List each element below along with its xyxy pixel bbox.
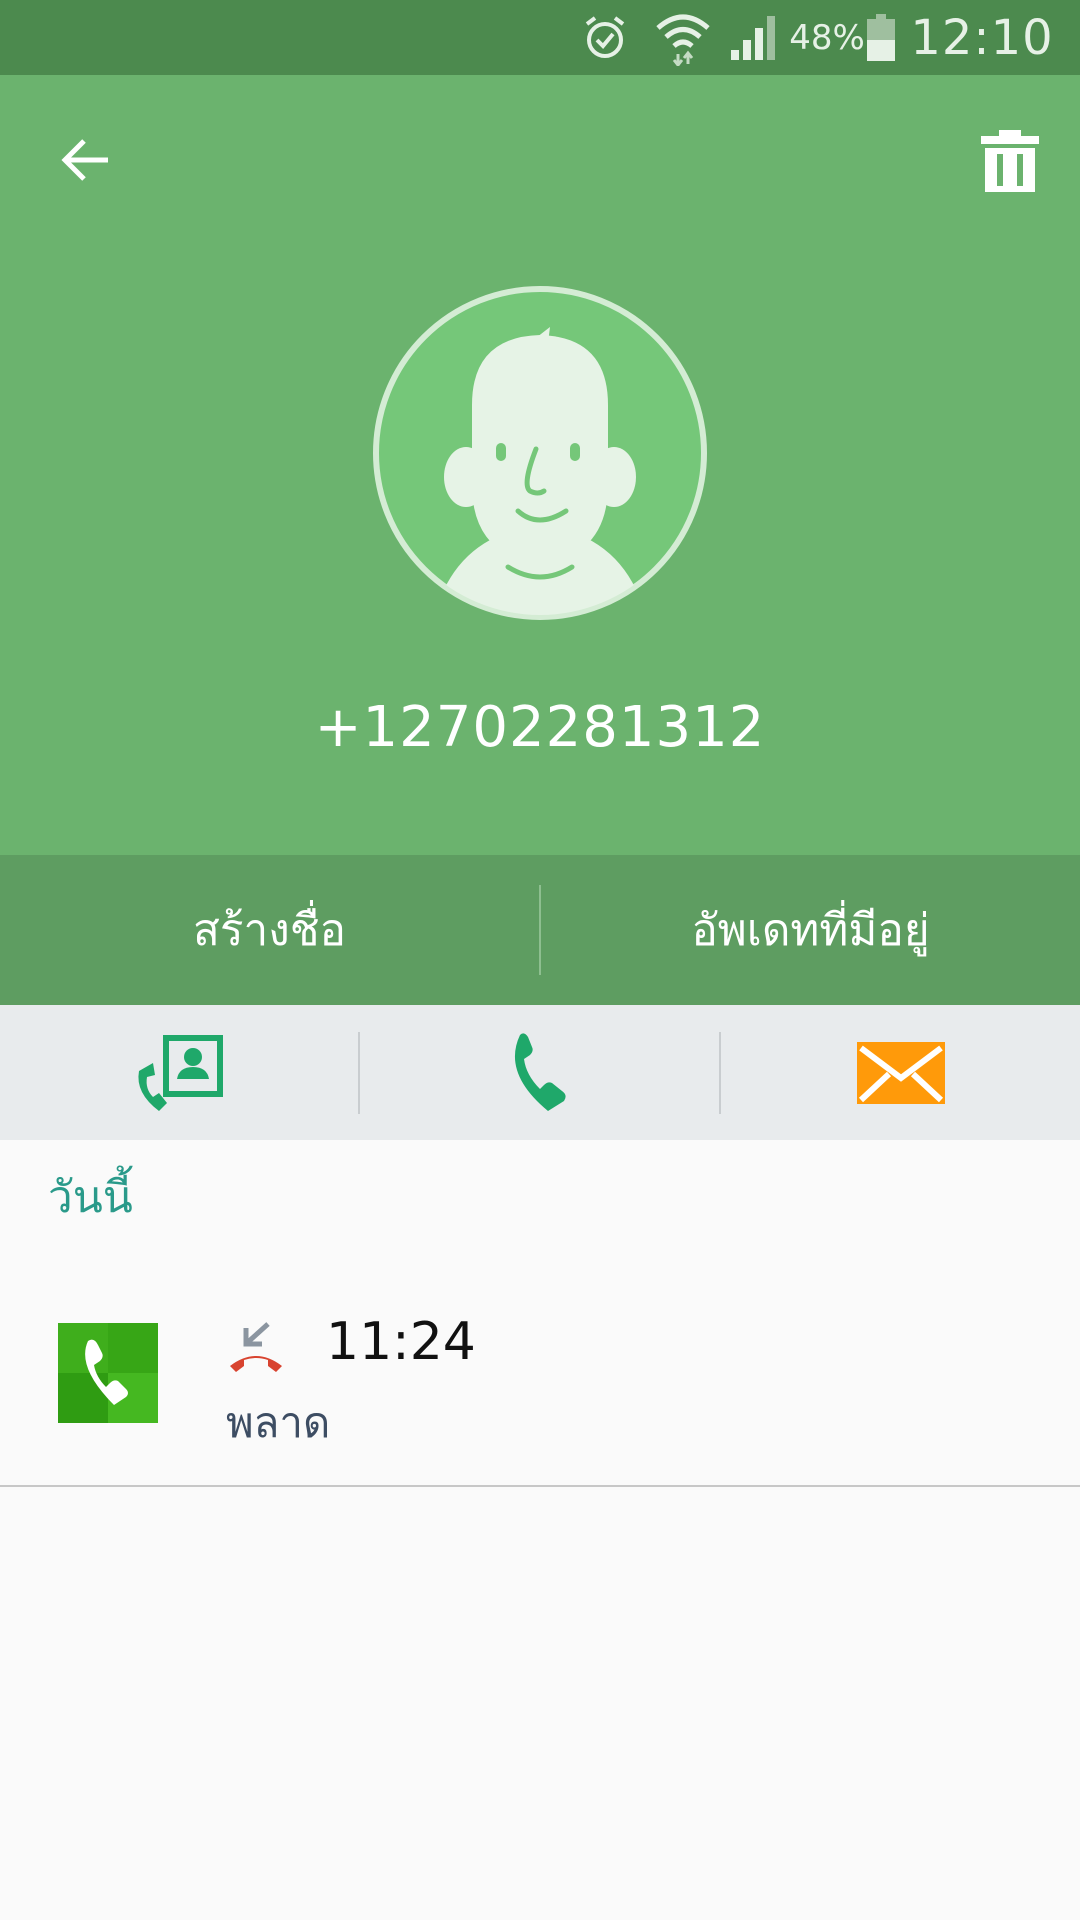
trash-icon[interactable]	[972, 123, 1048, 199]
update-existing-button[interactable]: อัพเดทที่มีอยู่	[541, 855, 1080, 1005]
alarm-icon	[578, 0, 632, 75]
clock: 12:10	[910, 9, 1054, 66]
phone-number: +12702281312	[314, 695, 766, 760]
contact-header: +12702281312	[0, 75, 1080, 855]
default-person-icon	[372, 285, 708, 621]
call-status: พลาด	[226, 1398, 331, 1447]
phone-app-icon	[58, 1323, 158, 1423]
contact-call-icon[interactable]	[0, 1005, 359, 1140]
phone-icon[interactable]	[360, 1005, 719, 1140]
battery-percent: 48%	[789, 17, 865, 58]
status-bar: 48% 12:10	[0, 0, 1080, 75]
create-contact-button[interactable]: สร้างชื่อ	[0, 855, 539, 1005]
call-time: 11:24	[326, 1312, 476, 1372]
wifi-icon	[652, 0, 714, 75]
section-title-today: วันนี้	[48, 1172, 133, 1223]
arrow-left-icon[interactable]	[50, 125, 120, 195]
battery-icon	[864, 0, 898, 75]
signal-icon	[726, 0, 782, 75]
missed-call-icon	[226, 1320, 286, 1375]
envelope-icon[interactable]	[721, 1005, 1080, 1140]
divider	[0, 1485, 1080, 1487]
contact-action-strip: สร้างชื่อ อัพเดทที่มีอยู่	[0, 855, 1080, 1005]
quick-action-bar	[0, 1005, 1080, 1140]
list-item[interactable]: 11:24 พลาด	[0, 1290, 1080, 1485]
